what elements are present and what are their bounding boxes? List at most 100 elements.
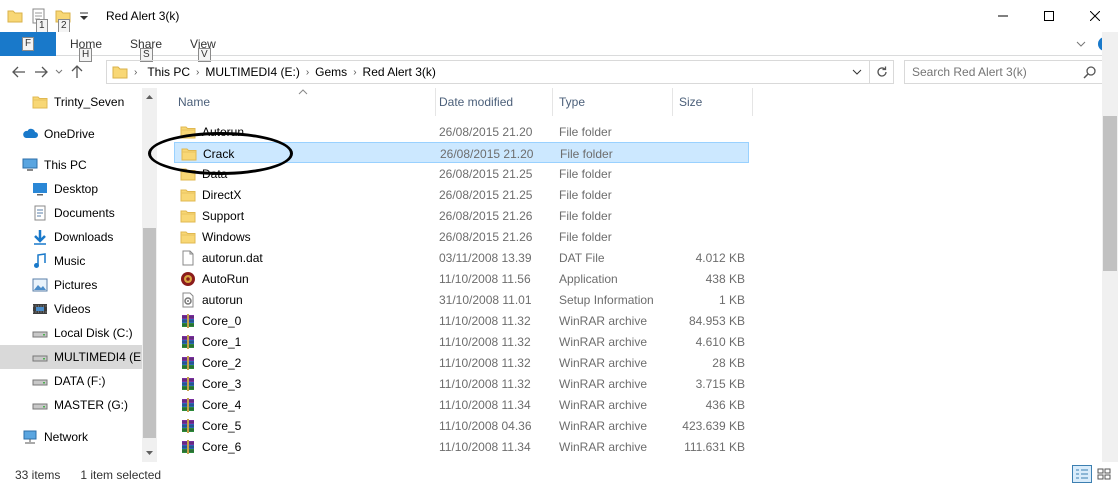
column-label: Name [178, 95, 211, 109]
table-row[interactable]: Autorun 26/08/2015 21.20 File folder [174, 121, 749, 142]
date-modified: 26/08/2015 21.25 [439, 187, 533, 202]
sidebar-item[interactable]: Pictures [0, 273, 142, 297]
breadcrumb-item[interactable]: Red Alert 3(k) [359, 65, 440, 79]
forward-button[interactable] [30, 61, 52, 83]
file-type: WinRAR archive [559, 376, 648, 391]
table-row[interactable]: Windows 26/08/2015 21.26 File folder [174, 226, 749, 247]
table-row[interactable]: Core_6 11/10/2008 11.34 WinRAR archive 111.… [174, 436, 749, 457]
table-row[interactable]: Support 26/08/2015 21.26 File folder [174, 205, 749, 226]
file-size [679, 163, 745, 184]
title-bar: 1 2 Red Alert 3(k) [0, 0, 1118, 33]
chevron-right-icon[interactable]: › [304, 67, 311, 78]
large-icons-view-button[interactable] [1094, 465, 1114, 483]
winrar-icon [180, 418, 196, 434]
sidebar-item[interactable]: Downloads [0, 225, 142, 249]
tab-home[interactable]: Home H [56, 32, 116, 62]
scroll-down-icon[interactable] [145, 450, 154, 456]
breadcrumb-item[interactable]: Gems [311, 65, 351, 79]
tab-view[interactable]: View V [176, 32, 230, 62]
sidebar-item[interactable]: Network [0, 425, 142, 449]
recent-locations-button[interactable] [52, 61, 66, 83]
drive-icon [32, 373, 48, 389]
address-dropdown-button[interactable] [847, 61, 867, 83]
search-icon[interactable] [1083, 65, 1097, 79]
maximize-icon [1044, 11, 1054, 21]
maximize-button[interactable] [1026, 0, 1072, 32]
table-row[interactable]: Core_3 11/10/2008 11.32 WinRAR archive 3.71… [174, 373, 749, 394]
sidebar-item-label: Music [54, 254, 86, 268]
sidebar-item[interactable]: Trinty_Seven [0, 90, 142, 114]
sidebar-item-label: Videos [54, 302, 91, 316]
sidebar-item[interactable]: DATA (F:) [0, 369, 142, 393]
sidebar-item[interactable]: Music [0, 249, 142, 273]
breadcrumb-item[interactable]: This PC [143, 65, 194, 79]
table-row[interactable]: Core_4 11/10/2008 11.34 WinRAR archive 436 … [174, 394, 749, 415]
sidebar-item-label: This PC [44, 158, 87, 172]
sidebar-item[interactable]: MULTIMEDI4 (E:) [0, 345, 142, 369]
details-view-button[interactable] [1072, 465, 1092, 483]
refresh-button[interactable] [869, 61, 893, 83]
column-header-date[interactable]: Date modified [433, 88, 553, 116]
table-row[interactable]: autorun.dat 03/11/2008 13.39 DAT File 4.012… [174, 247, 749, 268]
table-row[interactable]: Core_0 11/10/2008 11.32 WinRAR archive 84.9… [174, 310, 749, 331]
breadcrumb-item[interactable]: MULTIMEDI4 (E:) [201, 65, 303, 79]
sidebar-item-label: Pictures [54, 278, 98, 292]
search-input[interactable] [912, 65, 1082, 79]
sidebar-item[interactable]: Desktop [0, 177, 142, 201]
properties-icon[interactable]: 1 [30, 7, 48, 33]
file-name: Crack [203, 146, 235, 161]
file-size: 436 KB [705, 397, 745, 412]
sidebar-item[interactable]: Local Disk (C:) [0, 321, 142, 345]
file-name: Core_6 [202, 439, 242, 454]
file-name: Core_2 [202, 355, 242, 370]
table-row[interactable]: DirectX 26/08/2015 21.25 File folder [174, 184, 749, 205]
sidebar-item[interactable]: MASTER (G:) [0, 393, 142, 417]
chevron-right-icon[interactable]: › [351, 67, 358, 78]
chevron-right-icon[interactable]: › [194, 67, 201, 78]
back-button[interactable] [8, 61, 30, 83]
new-folder-icon[interactable]: 2 [54, 7, 72, 33]
app-icon [180, 271, 196, 287]
column-label: Type [559, 95, 586, 109]
column-header-size[interactable]: Size [673, 88, 753, 116]
file-size: 1 KB [718, 292, 745, 307]
scroll-up-icon[interactable] [145, 94, 154, 100]
table-row[interactable]: AutoRun 11/10/2008 11.56 Application 438 KB [174, 268, 749, 289]
address-bar[interactable]: › This PC › MULTIMEDI4 (E:) › Gems › Red… [106, 60, 894, 84]
sidebar-item[interactable]: This PC [0, 153, 142, 177]
tab-file[interactable]: F [0, 32, 56, 56]
ribbon-tabs: F Home H Share S View V ? E [0, 32, 1118, 62]
date-modified: 31/10/2008 11.01 [439, 292, 532, 307]
chevron-down-icon [852, 69, 862, 75]
file-icon [180, 250, 196, 266]
table-row[interactable]: Core_5 11/10/2008 04.36 WinRAR archive 423.… [174, 415, 749, 436]
pictures-icon [32, 277, 48, 293]
file-name: Core_1 [202, 334, 242, 349]
folder-icon[interactable] [6, 7, 24, 25]
column-header-type[interactable]: Type [553, 88, 673, 116]
table-row[interactable]: Core_2 11/10/2008 11.32 WinRAR archive 28 K… [174, 352, 749, 373]
file-type: Setup Information [559, 292, 654, 307]
file-name-cell: Core_6 [180, 436, 430, 457]
customize-qat-icon[interactable] [78, 7, 90, 25]
table-row[interactable]: Data 26/08/2015 21.25 File folder [174, 163, 749, 184]
sidebar-item[interactable]: OneDrive [0, 122, 142, 146]
sidebar-item-label: DATA (F:) [54, 374, 106, 388]
file-name-cell: Core_3 [180, 373, 430, 394]
date-modified: 11/10/2008 11.32 [439, 355, 531, 370]
close-button[interactable] [1072, 0, 1118, 32]
up-button[interactable] [66, 61, 88, 83]
table-row[interactable]: Crack 26/08/2015 21.20 File folder [174, 142, 749, 163]
chevron-down-icon[interactable] [1076, 40, 1086, 48]
file-list-scrollbar-thumb[interactable] [1103, 116, 1117, 271]
sidebar-item[interactable]: Videos [0, 297, 142, 321]
sidebar-item[interactable]: Documents [0, 201, 142, 225]
table-row[interactable]: autorun 31/10/2008 11.01 Setup Information… [174, 289, 749, 310]
minimize-button[interactable] [980, 0, 1026, 32]
folder-icon [180, 229, 196, 245]
tab-share[interactable]: Share S [116, 32, 176, 62]
file-type: WinRAR archive [559, 313, 648, 328]
chevron-down-icon [55, 69, 63, 74]
nav-scrollbar-thumb[interactable] [143, 228, 156, 438]
table-row[interactable]: Core_1 11/10/2008 11.32 WinRAR archive 4.61… [174, 331, 749, 352]
